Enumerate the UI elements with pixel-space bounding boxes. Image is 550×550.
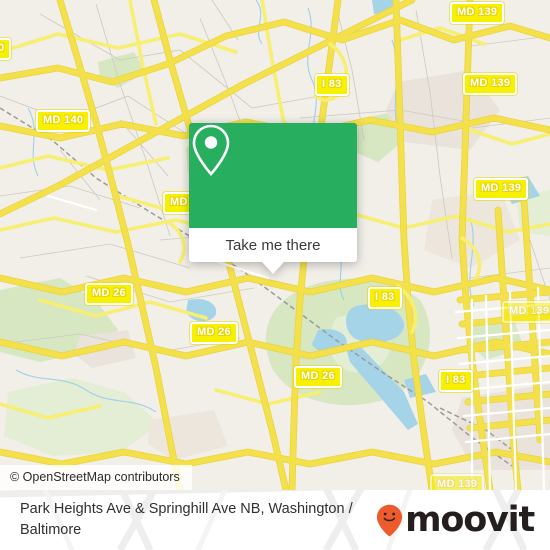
road-shield: MD 139 <box>502 301 550 323</box>
map-canvas[interactable]: .park { fill:#d6e7c2; } .park2 { fill:#e… <box>0 0 550 490</box>
road-shield: MD 140 <box>36 110 91 132</box>
moovit-smiley-pin-icon <box>376 504 403 536</box>
road-shield: MD 139 <box>430 474 485 490</box>
location-title: Park Heights Ave & Springhill Ave NB, Wa… <box>20 501 353 538</box>
popup-card-pointer <box>262 262 284 274</box>
road-shield: MD 139 <box>450 2 505 24</box>
take-me-there-button[interactable]: Take me there <box>189 228 357 262</box>
road-shield: I 83 <box>439 370 473 392</box>
road-shield: I 83 <box>368 287 402 309</box>
popup-card-header <box>189 123 357 228</box>
moovit-wordmark: moovit <box>405 499 535 540</box>
road-shield: MD 26 <box>190 322 238 344</box>
road-shield: 0 <box>0 38 12 60</box>
location-pin-icon <box>192 124 230 176</box>
road-shield: MD 26 <box>294 366 342 388</box>
map-screenshot: .park { fill:#d6e7c2; } .park2 { fill:#e… <box>0 0 550 550</box>
osm-attribution: © OpenStreetMap contributors <box>0 465 192 490</box>
footer-bar: Park Heights Ave & Springhill Ave NB, Wa… <box>0 490 550 550</box>
road-shield: MD 139 <box>474 178 529 200</box>
road-shield: MD 26 <box>85 283 133 305</box>
moovit-logo[interactable]: moovit <box>376 499 550 540</box>
location-popup-card[interactable]: Take me there <box>189 123 357 274</box>
road-shield: MD 139 <box>463 73 518 95</box>
road-shield: I 83 <box>315 74 349 96</box>
